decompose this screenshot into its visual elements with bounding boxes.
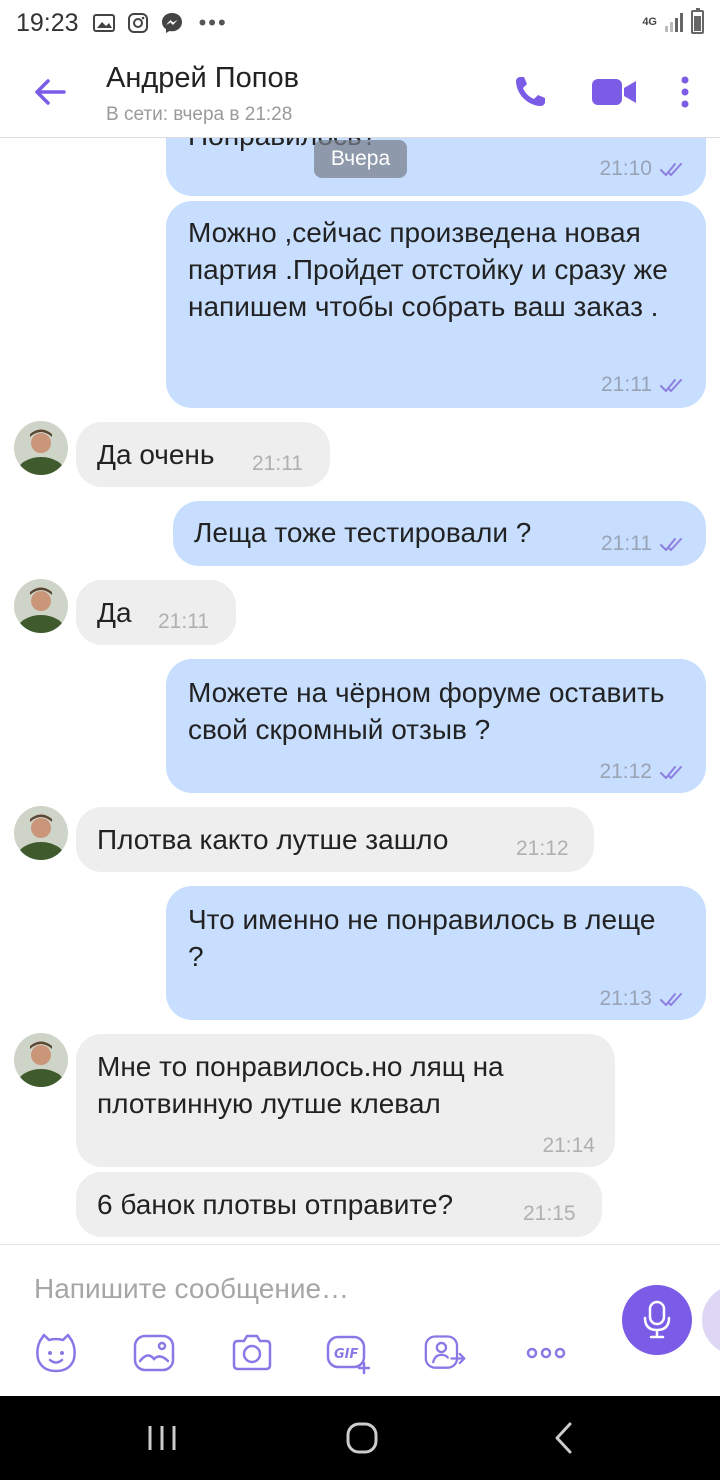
home-icon[interactable] (344, 1420, 380, 1456)
status-right: 4G (642, 8, 704, 34)
incoming-message[interactable]: Мне то понравилось.но лящ на плотвинную … (76, 1034, 615, 1167)
message-text: Плотва както лутше зашло (97, 824, 449, 855)
message-text: Леща тоже тестировали ? (194, 517, 532, 548)
message-meta: 21:11 (158, 603, 209, 640)
outgoing-message[interactable]: Можно ,сейчас произведена новая партия .… (166, 201, 706, 408)
outgoing-message[interactable]: Понравилось? 21:10 (166, 138, 706, 196)
message-meta: 21:14 (542, 1127, 595, 1164)
more-options-icon[interactable] (676, 74, 694, 110)
sticker-icon[interactable] (34, 1331, 78, 1375)
avatar[interactable] (14, 806, 68, 860)
secondary-action-button[interactable] (702, 1285, 720, 1355)
message-meta: 21:11 (252, 445, 303, 482)
incoming-message[interactable]: Да 21:11 (76, 580, 236, 645)
voice-message-button[interactable] (622, 1285, 692, 1355)
gallery-icon (92, 14, 115, 32)
battery-icon (691, 8, 704, 34)
message-time: 21:15 (523, 1202, 576, 1225)
status-bar: 19:23 ••• 4G (0, 0, 720, 46)
video-call-icon[interactable] (590, 76, 638, 108)
message-meta: 21:12 (516, 830, 569, 867)
read-ticks-icon (660, 378, 682, 392)
read-ticks-icon (660, 162, 682, 176)
messenger-icon (161, 13, 182, 33)
gif-icon[interactable]: GIF (326, 1331, 370, 1375)
more-dots-icon: ••• (198, 10, 228, 35)
back-arrow-icon[interactable] (30, 72, 70, 112)
contact-name[interactable]: Андрей Попов (106, 62, 299, 95)
message-meta: 21:11 (601, 366, 686, 403)
read-ticks-icon (660, 992, 682, 1006)
back-nav-icon[interactable] (552, 1420, 576, 1456)
read-ticks-icon (660, 537, 682, 551)
recent-apps-icon[interactable] (146, 1420, 178, 1456)
signal-icon (665, 12, 683, 32)
message-text: Да (97, 597, 132, 628)
message-text: Можно ,сейчас произведена новая партия .… (188, 217, 668, 322)
date-separator: Вчера (314, 140, 407, 178)
message-meta: 21:11 (601, 525, 686, 562)
system-nav-bar (0, 1396, 720, 1480)
contact-status: В сети: вчера в 21:28 (106, 104, 293, 125)
message-meta: 21:15 (523, 1195, 576, 1232)
message-time: 21:11 (158, 610, 209, 633)
message-time: 21:11 (601, 532, 652, 555)
camera-icon[interactable] (230, 1331, 274, 1375)
message-text: Да очень (97, 439, 215, 470)
message-input[interactable]: Напишите сообщение… (34, 1269, 594, 1309)
message-time: 21:12 (516, 837, 569, 860)
message-text: Что именно не понравилось в леще ? (188, 904, 656, 972)
status-time: 19:23 (16, 8, 79, 37)
message-time: 21:10 (599, 157, 652, 180)
more-icon[interactable] (524, 1331, 568, 1375)
viber-chat-screen: 19:23 ••• 4G Андрей Попов В сети: вчера … (0, 0, 720, 1480)
share-contact-icon[interactable] (424, 1331, 468, 1375)
avatar[interactable] (14, 421, 68, 475)
incoming-message[interactable]: Плотва както лутше зашло 21:12 (76, 807, 594, 872)
chat-header: Андрей Попов В сети: вчера в 21:28 (0, 46, 720, 138)
message-meta: 21:12 (599, 753, 686, 790)
message-time: 21:11 (601, 373, 652, 396)
message-time: 21:14 (542, 1134, 595, 1157)
message-text: 6 банок плотвы отправите? (97, 1189, 454, 1220)
outgoing-message[interactable]: Леща тоже тестировали ? 21:11 (173, 501, 706, 566)
incoming-message[interactable]: Да очень 21:11 (76, 422, 330, 487)
message-time: 21:12 (599, 760, 652, 783)
incoming-message[interactable]: 6 банок плотвы отправите? 21:15 (76, 1172, 602, 1237)
message-time: 21:13 (599, 987, 652, 1010)
gallery-icon[interactable] (132, 1331, 176, 1375)
phone-call-icon[interactable] (512, 74, 548, 110)
message-time: 21:11 (252, 452, 303, 475)
instagram-icon (127, 13, 148, 33)
message-list[interactable]: Понравилось? 21:10 Вчера Можно ,сейчас п… (0, 138, 720, 1244)
message-text: Мне то понравилось.но лящ на плотвинную … (97, 1051, 504, 1119)
message-meta: 21:13 (599, 980, 686, 1017)
avatar[interactable] (14, 579, 68, 633)
avatar[interactable] (14, 1033, 68, 1087)
message-composer: Напишите сообщение… GIF (0, 1244, 720, 1396)
svg-text:GIF: GIF (334, 1347, 359, 1362)
outgoing-message[interactable]: Можете на чёрном форуме оставить свой ск… (166, 659, 706, 793)
network-type: 4G (642, 16, 657, 28)
read-ticks-icon (660, 765, 682, 779)
outgoing-message[interactable]: Что именно не понравилось в леще ? 21:13 (166, 886, 706, 1020)
message-text: Можете на чёрном форуме оставить свой ск… (188, 677, 665, 745)
microphone-icon (643, 1300, 671, 1339)
message-meta: 21:10 (599, 150, 686, 187)
